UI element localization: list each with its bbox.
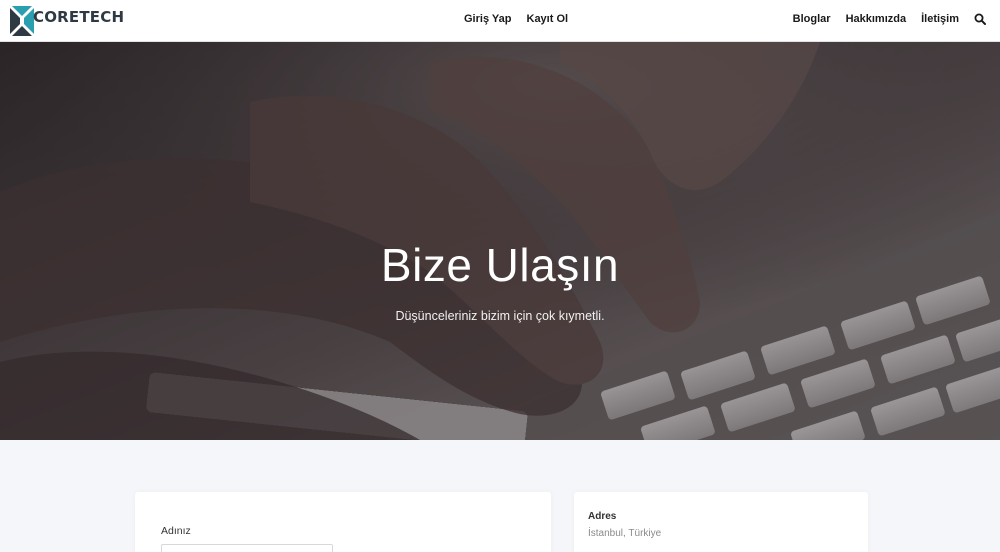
nav-login-link[interactable]: Giriş Yap bbox=[464, 13, 512, 25]
nav-main: Bloglar Hakkımızda İletişim bbox=[793, 13, 986, 25]
nav-auth: Giriş Yap Kayıt Ol bbox=[464, 13, 568, 25]
nav-contact-link[interactable]: İletişim bbox=[921, 13, 959, 25]
hero-banner: Bize Ulaşın Düşünceleriniz bizim için ço… bbox=[0, 42, 1000, 440]
hero-title: Bize Ulaşın bbox=[380, 239, 620, 291]
contact-section: Adınız Adres İstanbul, Türkiye bbox=[0, 440, 1000, 552]
logo-icon bbox=[10, 6, 34, 36]
navbar: CORETECH Giriş Yap Kayıt Ol Bloglar Hakk… bbox=[0, 0, 1000, 42]
name-field-label: Adınız bbox=[161, 525, 191, 537]
address-value: İstanbul, Türkiye bbox=[588, 528, 662, 539]
address-title: Adres bbox=[588, 511, 617, 522]
nav-register-link[interactable]: Kayıt Ol bbox=[527, 13, 569, 25]
search-icon[interactable] bbox=[974, 13, 986, 25]
contact-info-card: Adres İstanbul, Türkiye bbox=[574, 492, 868, 552]
contact-form-card: Adınız bbox=[135, 492, 551, 552]
nav-blogs-link[interactable]: Bloglar bbox=[793, 13, 831, 25]
name-input[interactable] bbox=[161, 544, 333, 552]
brand-name: CORETECH bbox=[33, 8, 125, 26]
hero-subtitle: Düşünceleriniz bizim için çok kıymetli. bbox=[395, 309, 605, 323]
logo[interactable]: CORETECH bbox=[8, 4, 124, 38]
nav-about-link[interactable]: Hakkımızda bbox=[846, 13, 907, 25]
